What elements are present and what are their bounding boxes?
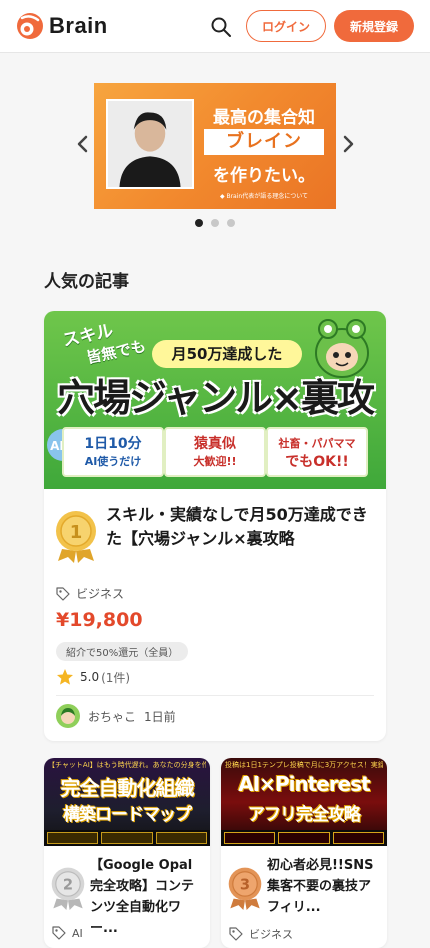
chevron-left-icon[interactable] bbox=[71, 132, 95, 156]
time-ago: 1日前 bbox=[144, 709, 176, 724]
thumb-box-1-line-2: AI使うだけ bbox=[84, 455, 142, 468]
category-tag[interactable]: ビジネス bbox=[229, 926, 293, 942]
rank-medal-silver: 2 bbox=[50, 866, 86, 910]
thumb-top-text: 投稿は1日1テンプレ投稿で月に3万アクセス！実録アフィリ bbox=[225, 761, 383, 769]
section-title: 人気の記事 bbox=[44, 272, 129, 292]
banner-portrait-image bbox=[106, 99, 194, 189]
carousel-dots bbox=[195, 219, 235, 227]
thumb-box-2-line-1: 猿真似 bbox=[194, 436, 236, 452]
thumb-subheadline: アフリ完全攻略 bbox=[248, 805, 361, 825]
divider bbox=[56, 695, 374, 696]
tag-icon bbox=[52, 926, 66, 940]
rank-number: 3 bbox=[240, 877, 250, 894]
thumb-box-3-line-1: 社畜・パパママ bbox=[278, 437, 356, 450]
banner-line-3: を作りたい。 bbox=[213, 166, 315, 186]
thumb-month-text: 月50万達成した bbox=[152, 340, 302, 368]
referral-badge: 紹介で50%還元（全員） bbox=[56, 642, 189, 661]
chevron-right-icon[interactable] bbox=[336, 132, 360, 156]
thumb-box-2-line-2: 大歓迎!! bbox=[193, 455, 237, 468]
article-title[interactable]: スキル・実績なしで月50万達成できた【穴場ジャンル×裏攻略 bbox=[106, 503, 378, 551]
author-name: おちゃこ bbox=[88, 709, 137, 724]
rank-number: 2 bbox=[63, 877, 73, 894]
carousel-banner[interactable]: 最高の集合知 ブレイン を作りたい。 ◆ Brain代表が語る理念について bbox=[94, 83, 336, 209]
tag-icon bbox=[229, 927, 243, 941]
rank-medal-bronze: 3 bbox=[227, 866, 263, 910]
thumb-box-1-line-1: 1日10分 bbox=[84, 436, 142, 452]
thumb-top-text: 【チャットAI】はもう時代遅れ。あなたの分身を作るための bbox=[48, 761, 206, 769]
rating-count: (1件) bbox=[101, 670, 131, 685]
thumb-box-2: 猿真似 大歓迎!! bbox=[164, 427, 266, 477]
article-thumbnail: スキル 皆無でも 月50万達成した 穴場ジャンル×裏攻略 AIで 1日10分 A… bbox=[44, 311, 386, 489]
author-row[interactable]: おちゃこ 1日前 bbox=[56, 704, 176, 728]
carousel-dot-1[interactable] bbox=[195, 219, 203, 227]
carousel-dot-3[interactable] bbox=[227, 219, 235, 227]
brain-logo-icon bbox=[17, 13, 43, 39]
category-label: ビジネス bbox=[249, 928, 293, 941]
author-avatar bbox=[56, 704, 80, 728]
article-card-3[interactable]: 投稿は1日1テンプレ投稿で月に3万アクセス！実録アフィリ AI×Pinteres… bbox=[221, 758, 387, 948]
brain-logo[interactable]: Brain bbox=[16, 12, 108, 40]
article-title[interactable]: 初心者必見!!SNS集客不要の裏技アフィリ... bbox=[267, 855, 381, 918]
category-tag[interactable]: AI bbox=[52, 926, 83, 940]
thumb-box-1: 1日10分 AI使うだけ bbox=[62, 427, 164, 477]
tag-icon bbox=[56, 586, 70, 601]
banner-line-2: ブレイン bbox=[204, 129, 324, 155]
category-tag[interactable]: ビジネス bbox=[56, 585, 124, 602]
star-icon bbox=[57, 669, 73, 685]
category-label: ビジネス bbox=[76, 587, 125, 601]
article-thumbnail: 【チャットAI】はもう時代遅れ。あなたの分身を作るための 完全自動化組織 構築ロ… bbox=[44, 758, 210, 846]
rating-value: 5.0 bbox=[80, 670, 100, 684]
rating: 5.0 (1件) bbox=[56, 668, 130, 686]
thumb-strip bbox=[44, 830, 210, 846]
article-card-1[interactable]: スキル 皆無でも 月50万達成した 穴場ジャンル×裏攻略 AIで 1日10分 A… bbox=[44, 311, 386, 741]
thumb-headline: AI×Pinterest bbox=[238, 772, 370, 796]
category-label: AI bbox=[72, 926, 83, 940]
signup-button[interactable]: 新規登録 bbox=[334, 10, 414, 42]
article-title[interactable]: 【Google Opal完全攻略】コンテンツ全自動化ワー... bbox=[90, 855, 204, 939]
article-thumbnail: 投稿は1日1テンプレ投稿で月に3万アクセス！実録アフィリ AI×Pinteres… bbox=[221, 758, 387, 846]
banner-caption: ◆ Brain代表が語る理念について bbox=[219, 193, 309, 200]
rank-number: 1 bbox=[70, 522, 83, 543]
thumb-strip bbox=[221, 830, 387, 846]
rank-medal-gold: 1 bbox=[54, 509, 98, 563]
thumb-box-3: 社畜・パパママ でもOK!! bbox=[266, 427, 368, 477]
banner-line-1: 最高の集合知 bbox=[213, 108, 315, 128]
article-card-2[interactable]: 【チャットAI】はもう時代遅れ。あなたの分身を作るための 完全自動化組織 構築ロ… bbox=[44, 758, 210, 948]
search-icon[interactable] bbox=[209, 15, 233, 39]
thumb-subheadline: 構築ロードマップ bbox=[63, 805, 192, 825]
login-button[interactable]: ログイン bbox=[246, 10, 326, 42]
carousel-dot-2[interactable] bbox=[211, 219, 219, 227]
thumb-headline: 完全自動化組織 bbox=[60, 776, 195, 800]
header: Brain ログイン 新規登録 bbox=[0, 0, 430, 53]
logo-text: Brain bbox=[49, 13, 108, 38]
thumb-box-3-line-2: でもOK!! bbox=[285, 454, 349, 470]
article-price: ¥19,800 bbox=[56, 609, 143, 631]
